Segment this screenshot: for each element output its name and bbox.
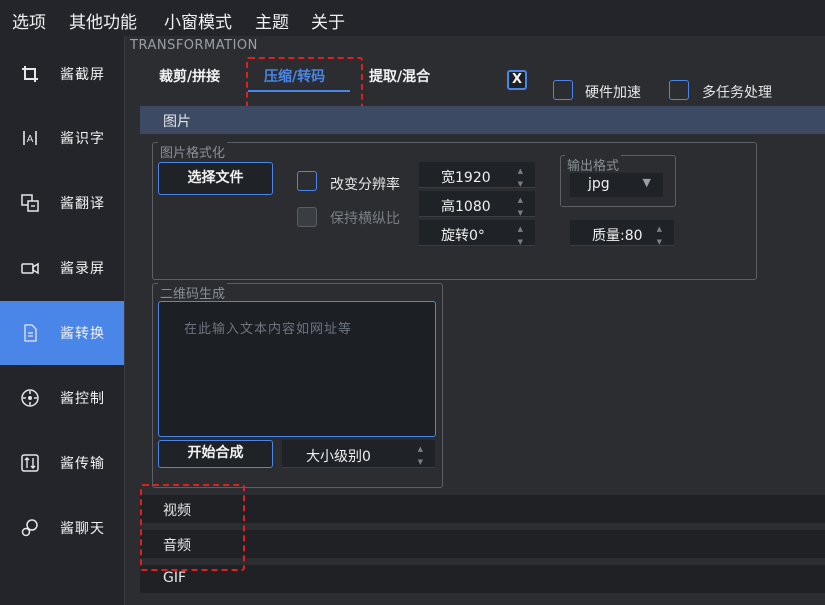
- tab-extract-mix[interactable]: 提取/混合: [369, 66, 430, 86]
- spin-arrows-icon[interactable]: ▲ ▼: [518, 165, 523, 191]
- sidebar-item-transfer[interactable]: 酱传输: [0, 431, 124, 495]
- menu-bar: 选项 其他功能 小窗模式 主题 关于: [0, 0, 825, 36]
- section-image[interactable]: 图片: [140, 106, 825, 134]
- rotate-spinbox[interactable]: 旋转0° ▲ ▼: [419, 220, 535, 246]
- dropdown-arrow-icon: ▼: [642, 176, 651, 189]
- menu-about[interactable]: 关于: [311, 8, 345, 33]
- section-gif-label: GIF: [163, 570, 187, 586]
- keep-ratio-label: 保持横纵比: [330, 211, 400, 227]
- size-level-spinbox[interactable]: 大小级别0 ▲ ▼: [282, 440, 435, 468]
- sidebar-item-record[interactable]: 酱录屏: [0, 236, 124, 300]
- select-file-button[interactable]: 选择文件: [158, 162, 273, 195]
- text-recognize-icon: A: [23, 131, 37, 145]
- height-value: 高1080: [441, 199, 491, 215]
- transfer-icon: [21, 454, 39, 472]
- video-camera-icon: [21, 262, 39, 275]
- sidebar-item-label: 酱截屏: [60, 67, 105, 83]
- sidebar-item-label: 酱录屏: [60, 261, 105, 277]
- multitask-label: 多任务处理: [702, 85, 772, 101]
- svg-text:A: A: [27, 134, 34, 145]
- sidebar-item-label: 酱聊天: [60, 521, 105, 537]
- file-convert-icon: [24, 324, 37, 342]
- width-spinbox[interactable]: 宽1920 ▲ ▼: [419, 162, 535, 188]
- change-resolution-checkbox[interactable]: [297, 171, 317, 191]
- menu-mini-window[interactable]: 小窗模式: [164, 8, 232, 33]
- rotate-value: 旋转0°: [441, 228, 485, 244]
- height-spinbox[interactable]: 高1080 ▲ ▼: [419, 191, 535, 217]
- menu-options[interactable]: 选项: [12, 8, 46, 33]
- highlight-annotation-sections: [140, 484, 245, 571]
- translate-icon: [21, 194, 39, 212]
- panel-title: TRANSFORMATION: [130, 38, 258, 53]
- quality-value: 质量:80: [592, 228, 643, 244]
- tab-crop-stitch[interactable]: 裁剪/拼接: [159, 66, 220, 86]
- close-checkbox[interactable]: X: [507, 70, 527, 90]
- spin-arrows-icon[interactable]: ▲ ▼: [518, 194, 523, 220]
- size-level-value: 大小级别0: [306, 449, 371, 465]
- change-resolution-label: 改变分辨率: [330, 177, 400, 193]
- sidebar: 酱截屏 A 酱识字 酱翻译 酱录屏 酱转换 酱控制 酱传输 酱聊天: [0, 36, 124, 605]
- sidebar-item-label: 酱转换: [60, 326, 105, 342]
- chat-icon: [21, 519, 38, 537]
- keep-ratio-checkbox[interactable]: [297, 207, 317, 227]
- multitask-checkbox[interactable]: [669, 80, 689, 100]
- spin-arrows-icon[interactable]: ▲ ▼: [518, 223, 523, 249]
- sidebar-item-label: 酱传输: [60, 456, 105, 472]
- sidebar-item-control[interactable]: 酱控制: [0, 366, 124, 430]
- hardware-accel-checkbox[interactable]: [553, 80, 573, 100]
- menu-other-functions[interactable]: 其他功能: [69, 8, 137, 33]
- spin-arrows-icon[interactable]: ▲ ▼: [418, 443, 423, 469]
- menu-theme[interactable]: 主题: [255, 8, 289, 33]
- output-format-select[interactable]: jpg ▼: [570, 173, 663, 197]
- width-value: 宽1920: [441, 170, 491, 186]
- sidebar-item-label: 酱识字: [60, 131, 105, 147]
- sidebar-item-screenshot[interactable]: 酱截屏: [0, 42, 124, 106]
- sidebar-item-label: 酱翻译: [60, 196, 105, 212]
- section-image-label: 图片: [163, 114, 191, 130]
- crop-icon: [22, 66, 38, 82]
- sidebar-item-label: 酱控制: [60, 391, 105, 407]
- sidebar-item-convert[interactable]: 酱转换: [0, 301, 124, 365]
- spin-arrows-icon[interactable]: ▲ ▼: [657, 223, 662, 249]
- remote-control-icon: [21, 389, 39, 407]
- start-synthesis-button[interactable]: 开始合成: [158, 440, 273, 468]
- qrcode-placeholder: 在此输入文本内容如网址等: [184, 322, 353, 337]
- sidebar-item-ocr[interactable]: A 酱识字: [0, 106, 124, 170]
- image-format-group-title: 图片格式化: [158, 142, 228, 161]
- hardware-accel-label: 硬件加速: [585, 85, 641, 101]
- sidebar-item-translate[interactable]: 酱翻译: [0, 171, 124, 235]
- quality-spinbox[interactable]: 质量:80 ▲ ▼: [570, 220, 674, 246]
- output-format-group-title: 输出格式: [565, 155, 622, 174]
- sidebar-item-chat[interactable]: 酱聊天: [0, 496, 124, 560]
- qrcode-group-title: 二维码生成: [158, 283, 228, 302]
- output-format-value: jpg: [588, 176, 610, 192]
